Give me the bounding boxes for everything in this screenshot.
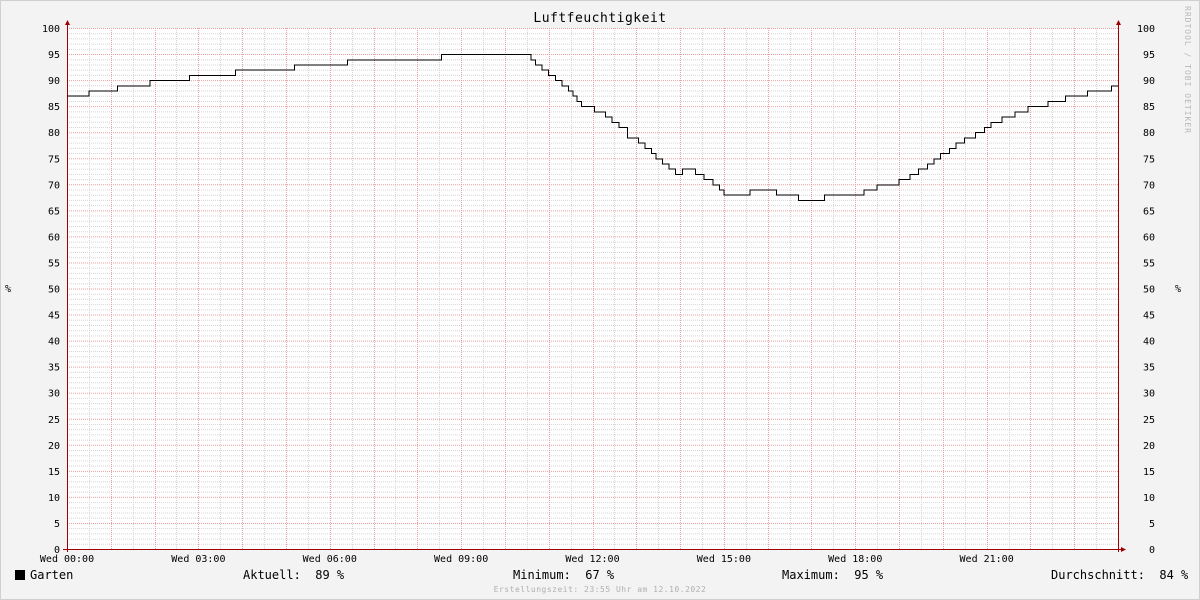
y-tick-label-left: 90	[48, 76, 60, 87]
legend-average: Durchschnitt: 84 %	[1051, 568, 1189, 582]
y-tick-label-right: 75	[1143, 154, 1155, 165]
y-tick-label-right: 10	[1143, 493, 1155, 504]
y-tick-labels-right: 0510152025303540455055606570758085909510…	[1137, 24, 1155, 556]
y-tick-label-right: 50	[1143, 285, 1155, 296]
y-tick-label-right: 80	[1143, 128, 1155, 139]
y-tick-label-left: 70	[48, 180, 60, 191]
y-tick-label-right: 20	[1143, 441, 1155, 452]
y-tick-label-left: 20	[48, 441, 60, 452]
x-tick-labels: Wed 00:00 Wed 03:00 Wed 06:00 Wed 09:00 Wed …	[40, 554, 1014, 565]
y-tick-label-right: 40	[1143, 337, 1155, 348]
x-tick-label: Wed 21:00	[960, 554, 1014, 565]
x-tick-label: Wed 12:00	[565, 554, 619, 565]
y-tick-label-left: 95	[48, 50, 60, 61]
chart-title: Luftfeuchtigkeit	[533, 11, 667, 26]
x-axis-arrow	[1121, 547, 1126, 552]
x-tick-label: Wed 00:00	[40, 554, 94, 565]
y-tick-label-right: 15	[1143, 467, 1155, 478]
y-tick-label-left: 85	[48, 102, 60, 113]
y-tick-label-right: 55	[1143, 258, 1155, 269]
y-tick-label-left: 80	[48, 128, 60, 139]
y-tick-label-right: 65	[1143, 206, 1155, 217]
y-tick-label-left: 10	[48, 493, 60, 504]
legend-current: Aktuell: 89 %	[243, 568, 345, 582]
watermark: RRDTOOL / TOBI OETIKER	[1183, 6, 1192, 134]
y-tick-label-right: 5	[1149, 519, 1155, 530]
y-tick-label-right: 35	[1143, 363, 1155, 374]
x-tick-label: Wed 09:00	[434, 554, 488, 565]
y-tick-label-right: 0	[1149, 545, 1155, 556]
y-tick-label-right: 30	[1143, 389, 1155, 400]
y-tick-label-right: 45	[1143, 311, 1155, 322]
y-tick-labels-left: 0510152025303540455055606570758085909510…	[42, 24, 60, 556]
y-axis-unit-right: %	[1175, 284, 1182, 295]
y-tick-label-right: 60	[1143, 232, 1155, 243]
y-tick-label-right: 85	[1143, 102, 1155, 113]
y-tick-label-left: 45	[48, 311, 60, 322]
y-tick-label-left: 65	[48, 206, 60, 217]
y-tick-label-right: 70	[1143, 180, 1155, 191]
y-tick-label-left: 55	[48, 258, 60, 269]
y-tick-label-left: 50	[48, 285, 60, 296]
y-tick-label-right: 90	[1143, 76, 1155, 87]
x-tick-label: Wed 06:00	[303, 554, 357, 565]
y-tick-label-left: 30	[48, 389, 60, 400]
y-tick-label-left: 40	[48, 337, 60, 348]
y-tick-label-left: 25	[48, 415, 60, 426]
y-tick-label-right: 95	[1143, 50, 1155, 61]
legend-series-label: Garten	[30, 568, 74, 582]
x-tick-label: Wed 15:00	[697, 554, 751, 565]
legend-swatch	[15, 570, 25, 580]
x-tick-label: Wed 03:00	[171, 554, 225, 565]
legend: Garten Aktuell: 89 % Minimum: 67 % Maxim…	[0, 568, 1200, 584]
legend-maximum: Maximum: 95 %	[782, 568, 884, 582]
legend-minimum: Minimum: 67 %	[513, 568, 615, 582]
y-tick-label-left: 5	[54, 519, 60, 530]
y-tick-label-left: 15	[48, 467, 60, 478]
footer-timestamp: Erstellungszeit: 23:55 Uhr am 12.10.2022	[493, 585, 707, 594]
x-tick-label: Wed 18:00	[828, 554, 882, 565]
y-tick-label-left: 60	[48, 232, 60, 243]
chart-canvas: 0 5 10 15 20 25 30 35 40 45 50 55 60 65 70 75 80 85 90 95 10…	[40, 20, 1155, 565]
y-tick-label-right: 25	[1143, 415, 1155, 426]
y-axis-unit-left: %	[5, 284, 12, 295]
y-tick-label-left: 35	[48, 363, 60, 374]
y-tick-label-left: 75	[48, 154, 60, 165]
